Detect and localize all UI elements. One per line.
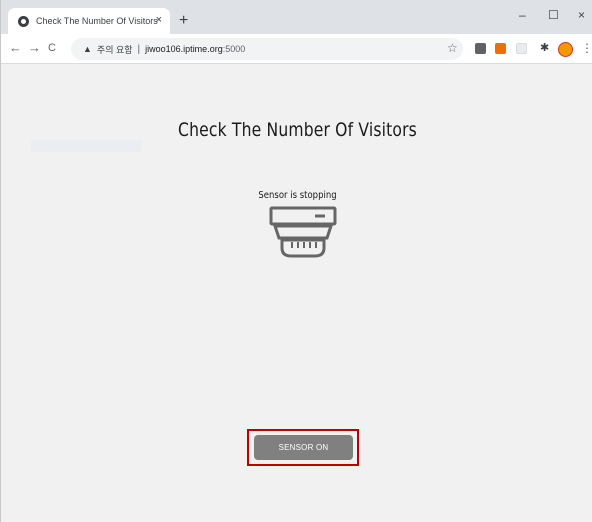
bookmark-star-icon[interactable]: ☆ [447,41,458,55]
close-window-button[interactable]: × [578,8,585,22]
reload-button[interactable]: C [48,41,56,55]
tab-strip: Check The Number Of Visitors × + – ☐ × [1,0,592,34]
page-viewport: Check The Number Of Visitors Sensor is s… [2,64,592,522]
browser-toolbar: ← → C ▲ 주의 요함 | jiwoo106.iptime.org:5000… [1,34,592,64]
profile-avatar[interactable] [558,42,573,57]
menu-icon[interactable]: ⋮ [581,41,592,55]
minimize-button[interactable]: – [519,8,526,22]
address-separator: | [137,43,141,55]
extension-dark-icon[interactable] [475,43,486,54]
sensor-icon [269,206,337,258]
back-button[interactable]: ← [9,41,22,55]
forward-button[interactable]: → [28,41,41,55]
address-bar[interactable]: ▲ 주의 요함 | jiwoo106.iptime.org:5000 [71,38,463,60]
sensor-status-text: Sensor is stopping [258,190,337,201]
puzzle-icon[interactable]: ✱ [540,41,549,55]
url-text[interactable]: jiwoo106.iptime.org:5000 [145,44,245,54]
faded-overlay-bar [31,140,141,152]
security-label[interactable]: 주의 요함 [97,43,133,56]
page-title: Check The Number Of Visitors [178,119,417,141]
tab-close-icon[interactable]: × [156,13,162,27]
tab-title: Check The Number Of Visitors [36,16,158,26]
new-tab-button[interactable]: + [179,13,188,29]
extension-blank-icon[interactable] [516,43,527,54]
warning-icon[interactable]: ▲ [83,44,92,54]
globe-icon [18,15,29,27]
extension-orange-icon[interactable] [495,43,506,54]
maximize-button[interactable]: ☐ [548,8,559,22]
browser-tab[interactable]: Check The Number Of Visitors × [8,8,170,34]
url-port: :5000 [222,44,246,54]
url-host: jiwoo106.iptime.org [145,44,223,54]
browser-window: Check The Number Of Visitors × + – ☐ × ←… [0,0,592,522]
sensor-on-button[interactable]: SENSOR ON [254,435,353,460]
